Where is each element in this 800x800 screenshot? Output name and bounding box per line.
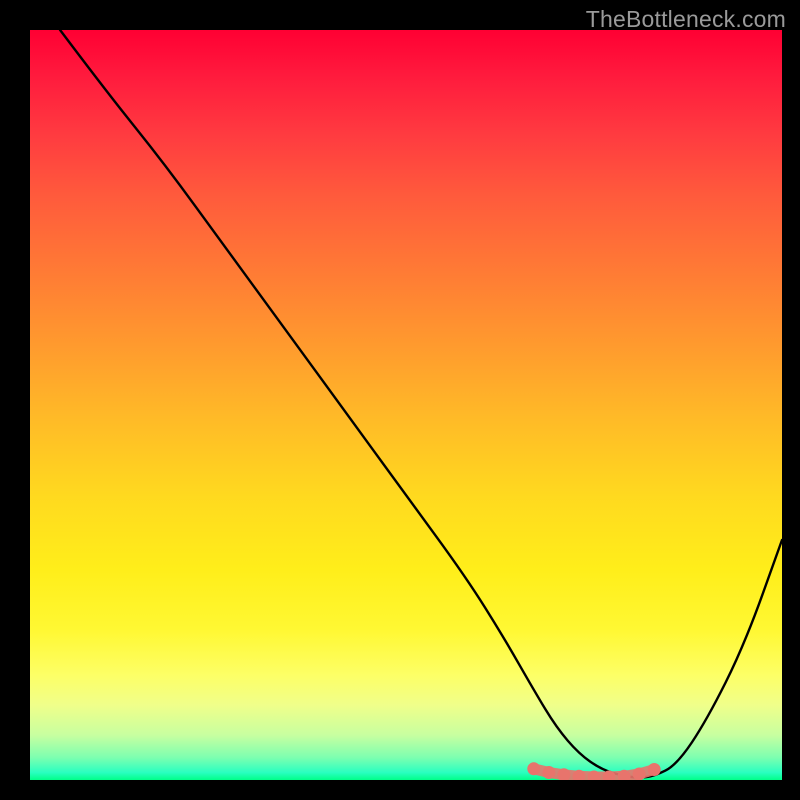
highlight-marker (648, 763, 661, 776)
bottleneck-curve (60, 30, 782, 777)
highlight-marker (618, 770, 631, 780)
plot-area (30, 30, 782, 780)
highlight-marker (603, 771, 616, 781)
highlight-marker (527, 762, 540, 775)
highlight-marker (542, 766, 555, 779)
watermark-text: TheBottleneck.com (586, 6, 786, 33)
highlight-marker (573, 770, 586, 780)
highlight-markers (527, 762, 660, 780)
chart-svg (30, 30, 782, 780)
highlight-band-path (534, 769, 654, 777)
chart-frame: TheBottleneck.com (0, 0, 800, 800)
highlight-marker (633, 768, 646, 781)
highlight-marker (557, 768, 570, 780)
highlight-marker (588, 771, 601, 781)
